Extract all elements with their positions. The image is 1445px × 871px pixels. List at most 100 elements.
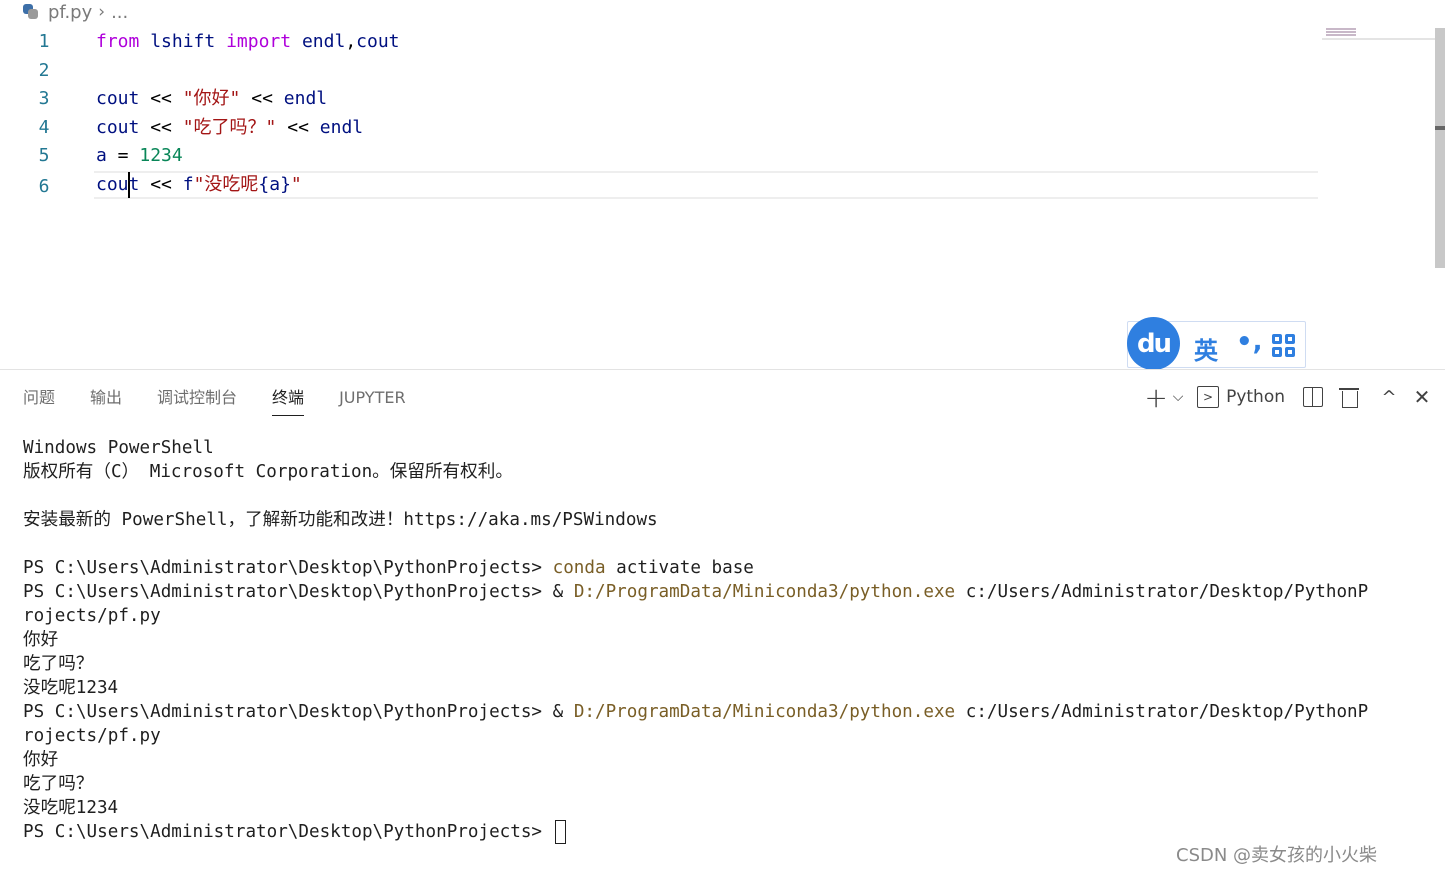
terminal-line: 吃了吗？ bbox=[23, 772, 1433, 796]
ime-toolbar[interactable]: du 英 •, bbox=[1127, 317, 1306, 370]
terminal-profile-label[interactable]: Python bbox=[1226, 383, 1285, 411]
terminal-command: D:/ProgramData/Miniconda3/python.exe bbox=[573, 702, 956, 722]
code-token: endl bbox=[283, 88, 328, 110]
terminal-line: 没吃呢1234 bbox=[23, 796, 1433, 820]
chevron-down-icon[interactable]: ⌵ bbox=[1169, 383, 1187, 411]
terminal-line: 版权所有（C） Microsoft Corporation。保留所有权利。 bbox=[23, 460, 1433, 484]
code-token: cout bbox=[356, 31, 400, 52]
watermark: CSDN @卖女孩的小火柴 bbox=[1176, 845, 1378, 866]
terminal-line: PS C:\Users\Administrator\Desktop\Python… bbox=[23, 700, 1433, 724]
tab-0[interactable]: 问题 bbox=[23, 386, 55, 416]
code-line[interactable]: 3 cout << "你好" << endl bbox=[0, 85, 1330, 113]
terminal-command: D:/ProgramData/Miniconda3/python.exe bbox=[573, 582, 956, 602]
terminal-text: c:/Users/Administrator/Desktop/PythonP bbox=[955, 702, 1369, 722]
code-token: import bbox=[226, 31, 292, 52]
code-line[interactable]: 6 cout << f"没吃呢{a}" bbox=[39, 171, 1318, 199]
code-token: a bbox=[96, 145, 107, 167]
tab-1[interactable]: 输出 bbox=[90, 386, 122, 416]
code-token: "你好" bbox=[182, 88, 241, 110]
terminal-text: rojects/pf.py bbox=[23, 726, 161, 746]
minimap-slider[interactable] bbox=[1322, 38, 1435, 40]
terminal-text: 没吃呢1234 bbox=[23, 678, 119, 698]
terminal-command: conda bbox=[552, 558, 606, 578]
scroll-position-marker bbox=[1435, 126, 1445, 130]
terminal-text: PS C:\Users\Administrator\Desktop\Python… bbox=[23, 822, 553, 842]
terminal-text: activate base bbox=[605, 558, 754, 578]
code-token: << bbox=[139, 116, 183, 138]
code-token: , bbox=[345, 31, 357, 52]
terminal-line: 吃了吗？ bbox=[23, 652, 1433, 676]
code-token: "吃了吗？" bbox=[182, 116, 277, 138]
breadcrumb-more[interactable]: ... bbox=[111, 2, 128, 23]
editor-scrollbar[interactable] bbox=[1435, 28, 1445, 268]
terminal-line: rojects/pf.py bbox=[23, 604, 1433, 628]
python-file-icon bbox=[22, 3, 40, 21]
code-token: cout bbox=[96, 116, 140, 138]
terminal-text: 你好 bbox=[23, 750, 59, 770]
grid-icon[interactable] bbox=[1272, 334, 1296, 358]
terminal-line: Windows PowerShell bbox=[23, 436, 1433, 460]
panel-actions: + ⌵ > Python ^ ✕ bbox=[1143, 381, 1431, 414]
tab-4[interactable]: JUPYTER bbox=[339, 386, 406, 416]
line-number: 3 bbox=[38, 88, 50, 110]
code-token: f bbox=[182, 174, 194, 195]
breadcrumb-file[interactable]: pf.py bbox=[48, 2, 92, 23]
line-number: 5 bbox=[38, 145, 50, 167]
terminal-text: 版权所有（C） Microsoft Corporation。保留所有权利。 bbox=[23, 462, 513, 482]
maximize-panel-icon[interactable]: ^ bbox=[1379, 383, 1399, 411]
terminal-icon[interactable]: > bbox=[1197, 386, 1220, 408]
code-text[interactable]: a = 1234 bbox=[96, 142, 183, 170]
tab-2[interactable]: 调试控制台 bbox=[157, 386, 237, 416]
code-token: from bbox=[96, 31, 140, 52]
code-token: cout bbox=[96, 88, 140, 110]
line-number: 2 bbox=[38, 59, 50, 81]
tab-3[interactable]: 终端 bbox=[272, 386, 305, 416]
breadcrumb[interactable]: pf.py › ... bbox=[22, 1, 128, 23]
code-token: "没吃呢 bbox=[193, 174, 259, 195]
ime-language-toggle[interactable]: 英 bbox=[1194, 331, 1218, 366]
terminal-output[interactable]: Windows PowerShell 版权所有（C） Microsoft Corp… bbox=[23, 436, 1433, 844]
code-token: << bbox=[139, 174, 183, 195]
terminal-text: Windows PowerShell bbox=[23, 438, 214, 458]
code-line[interactable]: 2 bbox=[0, 57, 1330, 85]
code-text[interactable]: cout << "你好" << endl bbox=[96, 85, 327, 113]
code-line[interactable]: 1 from lshift import endl,cout bbox=[0, 28, 1330, 56]
code-token: << bbox=[276, 116, 320, 138]
terminal-line: 你好 bbox=[23, 748, 1433, 772]
code-token: " bbox=[290, 174, 302, 195]
terminal-text: 没吃呢1234 bbox=[23, 798, 119, 818]
terminal-line: PS C:\Users\Administrator\Desktop\Python… bbox=[23, 556, 1433, 580]
terminal-text: 安装最新的 PowerShell，了解新功能和改进！https://aka.ms… bbox=[23, 510, 658, 530]
code-token: << bbox=[240, 88, 284, 110]
terminal-text: c:/Users/Administrator/Desktop/PythonP bbox=[955, 582, 1369, 602]
terminal-text: PS C:\Users\Administrator\Desktop\Python… bbox=[23, 582, 574, 602]
terminal-text: 吃了吗？ bbox=[23, 774, 94, 794]
terminal-line: rojects/pf.py bbox=[23, 724, 1433, 748]
close-icon[interactable]: ✕ bbox=[1413, 383, 1431, 411]
terminal-text: 你好 bbox=[23, 630, 59, 650]
code-token: endl bbox=[319, 116, 364, 138]
terminal-text: 吃了吗？ bbox=[23, 654, 94, 674]
terminal-line: 安装最新的 PowerShell，了解新功能和改进！https://aka.ms… bbox=[23, 508, 1433, 532]
ime-logo[interactable]: du bbox=[1127, 317, 1180, 370]
trash-icon[interactable] bbox=[1339, 387, 1359, 408]
code-text[interactable]: cout << "吃了吗？" << endl bbox=[96, 114, 363, 142]
code-line[interactable]: 4 cout << "吃了吗？" << endl bbox=[0, 114, 1330, 142]
line-number: 1 bbox=[38, 31, 50, 52]
code-token: endl bbox=[301, 31, 346, 52]
new-terminal-button[interactable]: + bbox=[1143, 381, 1169, 414]
panel-tabs: 问题 输出 调试控制台 终端 JUPYTER bbox=[23, 386, 441, 416]
code-line[interactable]: 5 a = 1234 bbox=[0, 142, 1330, 170]
split-terminal-icon[interactable] bbox=[1303, 387, 1323, 407]
code-token: {a} bbox=[258, 174, 291, 195]
code-text[interactable]: from lshift import endl,cout bbox=[96, 28, 400, 56]
code-token: = bbox=[106, 145, 140, 167]
code-text[interactable]: cout << f"没吃呢{a}" bbox=[96, 171, 302, 199]
terminal-cursor bbox=[554, 820, 566, 844]
terminal-text: PS C:\Users\Administrator\Desktop\Python… bbox=[23, 702, 574, 722]
editor[interactable]: pf.py › ... 1 from lshift import endl,cou… bbox=[0, 0, 1445, 370]
ime-punctuation-toggle[interactable]: •, bbox=[1236, 327, 1263, 357]
